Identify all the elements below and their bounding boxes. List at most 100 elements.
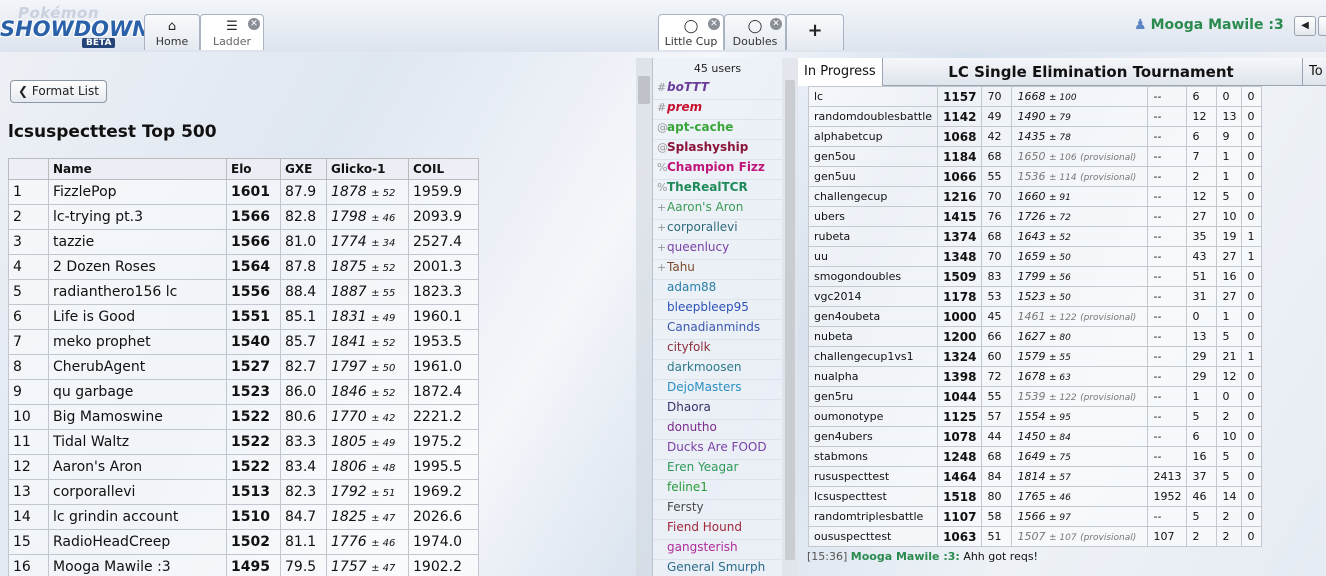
userlist-item[interactable]: DejoMasters	[653, 380, 782, 400]
player-name-cell[interactable]: Tidal Waltz	[48, 429, 227, 455]
userlist-username[interactable]: prem	[667, 100, 702, 114]
userlist-username[interactable]: Champion Fizz	[667, 160, 765, 174]
userlist-item[interactable]: Eren Yeagar	[653, 460, 782, 480]
tab-little-cup[interactable]: ◯ Little Cup ✕	[658, 14, 724, 50]
userlist-username[interactable]: Canadianminds	[667, 320, 760, 334]
col-elo[interactable]: Elo	[226, 158, 281, 180]
player-name-cell[interactable]: corporallevi	[48, 479, 227, 505]
format-cell[interactable]: nualpha	[807, 366, 939, 387]
userlist-item[interactable]: darkmoosen	[653, 360, 782, 380]
userlist-item[interactable]: +Tahu	[653, 260, 782, 280]
userlist-item[interactable]: #boTTT	[653, 80, 782, 100]
format-cell[interactable]: randomtriplesbattle	[807, 506, 939, 527]
userlist-username[interactable]: Fersty	[667, 500, 704, 514]
format-cell[interactable]: stabmons	[807, 446, 939, 467]
userlist-item[interactable]: Dhaora	[653, 400, 782, 420]
player-name-cell[interactable]: meko prophet	[48, 329, 227, 355]
userlist-username[interactable]: Aaron's Aron	[667, 200, 743, 214]
userlist-username[interactable]: DejoMasters	[667, 380, 742, 394]
userlist-username[interactable]: General Smurph	[667, 560, 765, 574]
userlist-item[interactable]: #prem	[653, 100, 782, 120]
userlist-item[interactable]: cityfolk	[653, 340, 782, 360]
col-gxe[interactable]: GXE	[280, 158, 327, 180]
userlist-username[interactable]: Eren Yeagar	[667, 460, 738, 474]
volume-button[interactable]: ◀	[1294, 16, 1316, 36]
format-cell[interactable]: rususpecttest	[807, 466, 939, 487]
user-count[interactable]: 45 users	[653, 58, 782, 80]
format-cell[interactable]: alphabetcup	[807, 126, 939, 147]
format-cell[interactable]: ubers	[807, 206, 939, 227]
userlist-item[interactable]: +queenlucy	[653, 240, 782, 260]
userlist-item[interactable]: @apt-cache	[653, 120, 782, 140]
player-name-cell[interactable]: FizzlePop	[48, 179, 227, 205]
tab-doubles[interactable]: ◯ Doubles ✕	[724, 14, 786, 50]
format-cell[interactable]: rubeta	[807, 226, 939, 247]
add-tab-button[interactable]: +	[786, 14, 844, 50]
userlist-item[interactable]: Fersty	[653, 500, 782, 520]
format-cell[interactable]: lcsuspecttest	[807, 486, 939, 507]
player-name-cell[interactable]: CherubAgent	[48, 354, 227, 380]
userlist-username[interactable]: boTTT	[667, 80, 709, 94]
userlist-item[interactable]: @Splashyship	[653, 140, 782, 160]
options-button[interactable]	[1318, 16, 1326, 36]
userlist-item[interactable]: feline1	[653, 480, 782, 500]
player-name-cell[interactable]: lc-trying pt.3	[48, 204, 227, 230]
format-cell[interactable]: oususpecttest	[807, 526, 939, 547]
chat-scrollbar-thumb[interactable]	[638, 76, 650, 104]
userlist-username[interactable]: cityfolk	[667, 340, 711, 354]
format-cell[interactable]: challengecup	[807, 186, 939, 207]
close-ladder-tab-icon[interactable]: ✕	[248, 18, 260, 30]
userlist-item[interactable]: %TheRealTCR	[653, 180, 782, 200]
userlist-scrollbar-thumb[interactable]	[785, 80, 795, 560]
userlist-item[interactable]: +corporallevi	[653, 220, 782, 240]
format-cell[interactable]: gen4oubeta	[807, 306, 939, 327]
player-name-cell[interactable]: RadioHeadCreep	[48, 529, 227, 555]
close-little-cup-tab-icon[interactable]: ✕	[708, 18, 720, 30]
chat-username[interactable]: Mooga Mawile :3:	[851, 550, 960, 563]
player-name-cell[interactable]: 2 Dozen Roses	[48, 254, 227, 280]
userlist-username[interactable]: darkmoosen	[667, 360, 741, 374]
userlist-username[interactable]: queenlucy	[667, 240, 729, 254]
format-cell[interactable]: smogondoubles	[807, 266, 939, 287]
userlist-item[interactable]: +Aaron's Aron	[653, 200, 782, 220]
userlist-item[interactable]: bleepbleep95	[653, 300, 782, 320]
userlist-item[interactable]: adam88	[653, 280, 782, 300]
userlist-scrollbar[interactable]	[782, 58, 798, 576]
format-cell[interactable]: uu	[807, 246, 939, 267]
player-name-cell[interactable]: Aaron's Aron	[48, 454, 227, 480]
userlist-username[interactable]: TheRealTCR	[667, 180, 748, 194]
format-cell[interactable]: lc	[807, 86, 939, 107]
userlist-item[interactable]: gangsterish	[653, 540, 782, 560]
col-name[interactable]: Name	[48, 158, 227, 180]
tab-ladder[interactable]: ☰ Ladder ✕	[200, 14, 264, 50]
player-name-cell[interactable]: Life is Good	[48, 304, 227, 330]
format-cell[interactable]: oumonotype	[807, 406, 939, 427]
userlist-username[interactable]: adam88	[667, 280, 716, 294]
tournament-extra-tab[interactable]: To	[1302, 58, 1326, 86]
tournament-title[interactable]: LC Single Elimination Tournament	[886, 58, 1296, 86]
format-cell[interactable]: challengecup1vs1	[807, 346, 939, 367]
userlist-item[interactable]: donutho	[653, 420, 782, 440]
format-cell[interactable]: gen5ru	[807, 386, 939, 407]
userlist-username[interactable]: donutho	[667, 420, 717, 434]
userlist-username[interactable]: Fiend Hound	[667, 520, 742, 534]
showdown-logo[interactable]: Pokémon SHOWDOWN! BETA	[0, 4, 159, 48]
chat-scrollbar[interactable]	[636, 58, 652, 576]
format-cell[interactable]: randomdoublesbattle	[807, 106, 939, 127]
format-list-button[interactable]: ❮ Format List	[10, 80, 107, 103]
userlist-item[interactable]: Ducks Are FOOD	[653, 440, 782, 460]
userlist-username[interactable]: Tahu	[667, 260, 695, 274]
format-cell[interactable]: nubeta	[807, 326, 939, 347]
user-name-display[interactable]: ♟ Mooga Mawile :3	[1134, 17, 1284, 33]
userlist-item[interactable]: General Smurph	[653, 560, 782, 576]
close-doubles-tab-icon[interactable]: ✕	[770, 18, 782, 30]
player-name-cell[interactable]: qu garbage	[48, 379, 227, 405]
userlist-username[interactable]: Dhaora	[667, 400, 711, 414]
userlist-username[interactable]: Ducks Are FOOD	[667, 440, 767, 454]
col-glicko[interactable]: Glicko-1	[326, 158, 409, 180]
userlist-username[interactable]: Splashyship	[667, 140, 748, 154]
format-cell[interactable]: gen5ou	[807, 146, 939, 167]
player-name-cell[interactable]: radianthero156 lc	[48, 279, 227, 305]
col-coil[interactable]: COIL	[408, 158, 479, 180]
userlist-item[interactable]: Canadianminds	[653, 320, 782, 340]
